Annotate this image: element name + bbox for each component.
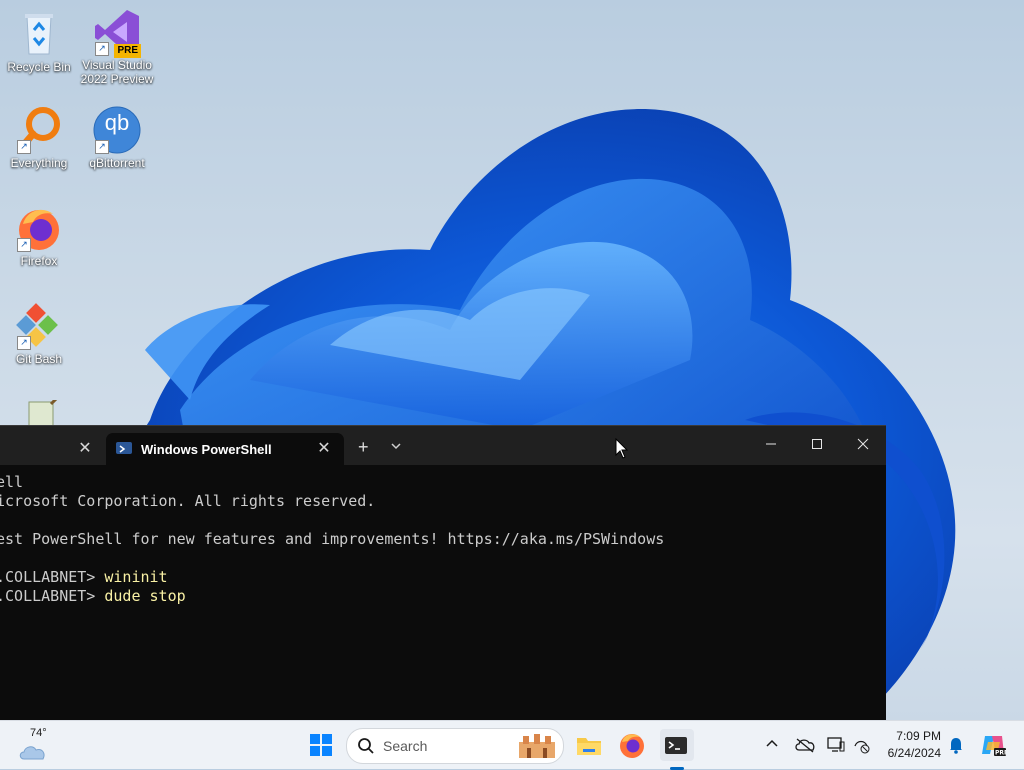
everything-search-icon: ↗ (15, 106, 63, 154)
shortcut-arrow-icon: ↗ (17, 336, 31, 350)
chevron-down-icon (391, 443, 401, 450)
terminal-line: ell (0, 473, 24, 491)
maximize-icon (812, 439, 822, 449)
new-tab-button[interactable]: + (358, 437, 369, 458)
maximize-button[interactable] (794, 426, 840, 465)
taskbar-terminal[interactable] (660, 729, 694, 770)
desktop-icon-label: qBittorrent (89, 156, 145, 170)
tab-dropdown-button[interactable] (388, 438, 404, 454)
recycle-bin-icon (15, 10, 63, 58)
cloud-icon (19, 746, 45, 760)
terminal-window[interactable]: ✕ Windows PowerShell ✕ + ell icrosoft Co… (0, 425, 886, 721)
close-tab-icon[interactable]: ✕ (314, 439, 334, 459)
shortcut-arrow-icon: ↗ (17, 238, 31, 252)
close-tab-icon[interactable]: ✕ (75, 439, 95, 459)
powershell-icon (116, 442, 132, 454)
weather-temperature: 74° (30, 727, 47, 739)
start-button[interactable] (305, 729, 337, 761)
display-icon[interactable] (827, 736, 845, 759)
shortcut-arrow-icon: ↗ (17, 140, 31, 154)
terminal-line: .COLLABNET> wininit (0, 568, 168, 586)
search-icon (358, 738, 374, 754)
copilot-icon[interactable]: PRE (980, 732, 1008, 763)
weather-widget[interactable]: 74° (16, 727, 56, 763)
qbittorrent-icon: qb ↗ (93, 106, 141, 154)
onedrive-offline-icon[interactable] (795, 737, 815, 758)
desktop-icon-recycle-bin[interactable]: Recycle Bin (2, 10, 76, 74)
minimize-button[interactable] (748, 426, 794, 465)
close-icon (857, 438, 869, 450)
desktop-icon-firefox[interactable]: ↗ Firefox (2, 204, 76, 268)
mouse-cursor-icon (615, 437, 629, 465)
desktop-icon-label: Visual Studio 2022 Preview (80, 58, 154, 86)
firefox-icon: ↗ (15, 204, 63, 252)
terminal-command: wininit (104, 568, 168, 586)
terminal-output[interactable]: ell icrosoft Corporation. All rights res… (0, 471, 886, 721)
clock-time[interactable]: 7:09 PM (884, 729, 941, 743)
taskbar-file-explorer[interactable] (573, 729, 605, 761)
desktop-icon-label: Firefox (20, 254, 58, 268)
taskbar-firefox[interactable] (616, 729, 648, 761)
desktop-icon-label: Recycle Bin (7, 60, 71, 74)
windows-logo-icon (310, 734, 332, 756)
clock-date[interactable]: 6/24/2024 (880, 746, 941, 760)
shortcut-arrow-icon: ↗ (95, 42, 109, 56)
network-status-icon[interactable] (853, 736, 871, 759)
terminal-titlebar[interactable]: ✕ Windows PowerShell ✕ + (0, 426, 886, 465)
terminal-command: dude stop (104, 587, 186, 605)
terminal-line: .COLLABNET> dude stop (0, 587, 186, 605)
preview-badge: PRE (114, 44, 141, 58)
firefox-icon (620, 734, 644, 758)
desktop-icon-qbittorrent[interactable]: qb ↗ qBittorrent (80, 106, 154, 170)
search-placeholder: Search (383, 738, 428, 754)
visual-studio-icon: PRE ↗ (93, 8, 141, 58)
taskbar-search-box[interactable]: Search (346, 728, 564, 764)
desktop-icon-label: Git Bash (15, 352, 63, 366)
svg-text:PRE: PRE (995, 750, 1006, 757)
search-highlight-icon (519, 734, 555, 758)
minimize-icon (766, 443, 776, 445)
desktop-icon-git-bash[interactable]: ↗ Git Bash (2, 302, 76, 366)
tray-overflow-chevron-icon[interactable] (765, 737, 779, 756)
terminal-line: icrosoft Corporation. All rights reserve… (0, 492, 376, 510)
git-bash-icon: ↗ (15, 302, 63, 350)
taskbar: 74° Search 7:09 PM 6/24/2024 PR (0, 720, 1024, 770)
tab-title: Windows PowerShell (141, 442, 272, 457)
desktop-icon-label: Everything (10, 156, 68, 170)
close-window-button[interactable] (840, 426, 886, 465)
qbittorrent-glyph: qb (104, 110, 130, 135)
tab-windows-powershell[interactable]: Windows PowerShell ✕ (106, 433, 344, 465)
terminal-line: est PowerShell for new features and impr… (0, 530, 665, 548)
desktop-icon-visual-studio[interactable]: PRE ↗ Visual Studio 2022 Preview (80, 8, 154, 86)
shortcut-arrow-icon: ↗ (95, 140, 109, 154)
tab-previous[interactable]: ✕ (0, 433, 102, 465)
notification-bell-icon[interactable] (948, 736, 964, 759)
folder-icon (577, 738, 601, 755)
terminal-icon (665, 737, 687, 754)
desktop-icon-everything[interactable]: ↗ Everything (2, 106, 76, 170)
